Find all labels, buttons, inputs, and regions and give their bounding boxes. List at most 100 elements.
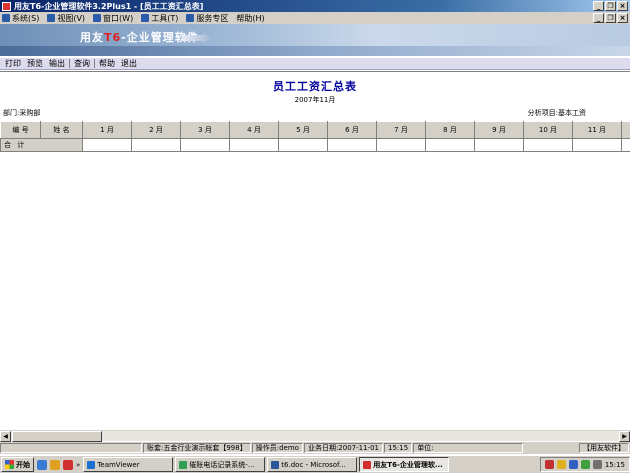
toolbar-divider xyxy=(94,59,95,68)
menu-help[interactable]: 帮助(H) xyxy=(236,13,264,24)
child-close-button[interactable]: × xyxy=(617,13,628,23)
total-cell[interactable] xyxy=(229,138,279,152)
volume-icon[interactable] xyxy=(592,460,602,469)
status-vendor: 【用友软件】 xyxy=(579,443,629,453)
menu-view[interactable]: 视图(V) xyxy=(47,13,85,24)
view-menu-icon xyxy=(47,14,56,22)
word-icon xyxy=(271,460,280,469)
report-period: 2007年11月 xyxy=(294,96,336,104)
report-toolbar: 打印 预览 输出 查询 帮助 退出 xyxy=(0,58,630,70)
folder-icon[interactable] xyxy=(50,459,60,470)
brand-banner: 用友T6-企业管理软件 xyxy=(0,24,630,56)
task-word-doc[interactable]: t6.doc - Microsof... xyxy=(267,457,358,472)
clock[interactable]: 15:15 xyxy=(605,461,625,469)
tray-status-icon[interactable] xyxy=(580,460,590,469)
column-header-overflow xyxy=(621,121,630,139)
status-business-date: 业务日期:2007-11-01 xyxy=(303,443,383,453)
status-account: 账套:五金行业演示帐套【998】 xyxy=(143,443,251,453)
tray-app-icon[interactable] xyxy=(544,460,554,469)
print-button[interactable]: 打印 xyxy=(2,58,24,69)
system-menu-icon xyxy=(2,14,10,22)
status-bar: 账套:五金行业演示帐套【998】 操作员:demo 业务日期:2007-11-0… xyxy=(0,442,630,454)
column-header-code[interactable]: 编 号 xyxy=(0,121,41,139)
help-button[interactable]: 帮助 xyxy=(96,58,118,69)
app-icon xyxy=(2,1,11,11)
teamviewer-icon xyxy=(87,460,96,469)
department-label: 部门:采购部 xyxy=(3,109,41,117)
tray-network-icon[interactable] xyxy=(568,460,578,469)
total-row: 合 计 xyxy=(0,138,630,152)
status-operator: 操作员:demo xyxy=(251,443,303,453)
analysis-item-label: 分析项目:基本工资 xyxy=(527,109,586,117)
column-header-month-6[interactable]: 6 月 xyxy=(327,121,377,139)
column-header-month-5[interactable]: 5 月 xyxy=(278,121,328,139)
column-header-month-8[interactable]: 8 月 xyxy=(425,121,475,139)
report-title: 员工工资汇总表 xyxy=(273,80,357,93)
report-area: 员工工资汇总表 2007年11月 部门:采购部 分析项目:基本工资 编 号 姓 … xyxy=(0,71,630,430)
preview-button[interactable]: 预览 xyxy=(24,58,46,69)
query-button[interactable]: 查询 xyxy=(71,58,93,69)
ufida-icon xyxy=(363,460,372,469)
total-cell[interactable] xyxy=(572,138,622,152)
column-header-month-3[interactable]: 3 月 xyxy=(180,121,230,139)
scroll-right-icon[interactable]: ▶ xyxy=(619,431,630,442)
total-cell[interactable] xyxy=(523,138,573,152)
window-menu-icon xyxy=(93,14,102,22)
minimize-button[interactable]: _ xyxy=(593,1,604,11)
scroll-thumb[interactable] xyxy=(12,431,102,442)
total-cell[interactable] xyxy=(278,138,328,152)
system-tray: 15:15 xyxy=(539,457,630,472)
task-ufida-t6[interactable]: 用友T6-企业管理软... xyxy=(359,457,450,472)
column-header-month-1[interactable]: 1 月 xyxy=(82,121,132,139)
windows-logo-icon xyxy=(5,460,14,469)
horizontal-scrollbar[interactable]: ◀ ▶ xyxy=(0,430,630,442)
menu-system[interactable]: 系统(S) xyxy=(2,13,39,24)
restore-button[interactable]: ❐ xyxy=(605,1,616,11)
column-header-month-10[interactable]: 10 月 xyxy=(523,121,573,139)
app-icon xyxy=(179,460,188,469)
exit-button[interactable]: 退出 xyxy=(118,58,140,69)
start-button[interactable]: 开始 xyxy=(1,457,34,472)
close-button[interactable]: × xyxy=(617,1,628,11)
scroll-left-icon[interactable]: ◀ xyxy=(0,431,11,442)
total-cell[interactable] xyxy=(474,138,524,152)
app-launch-icon[interactable] xyxy=(63,459,73,470)
total-cell[interactable] xyxy=(376,138,426,152)
menu-window[interactable]: 窗口(W) xyxy=(93,13,133,24)
status-time: 15:15 xyxy=(384,443,413,453)
export-button[interactable]: 输出 xyxy=(46,58,68,69)
column-header-month-7[interactable]: 7 月 xyxy=(376,121,426,139)
brand-logo: 用友T6-企业管理软件 xyxy=(80,31,199,44)
total-cell[interactable] xyxy=(131,138,181,152)
total-cell[interactable] xyxy=(621,138,630,152)
column-header-month-11[interactable]: 11 月 xyxy=(572,121,622,139)
menu-tools[interactable]: 工具(T) xyxy=(141,13,178,24)
column-header-month-2[interactable]: 2 月 xyxy=(131,121,181,139)
salary-summary-table: 编 号 姓 名 1 月 2 月 3 月 4 月 5 月 6 月 7 月 8 月 … xyxy=(0,121,630,152)
task-teamviewer[interactable]: TeamViewer xyxy=(83,457,174,472)
window-title: 用友T6-企业管理软件3.2Plus1 - [员工工资汇总表] xyxy=(14,1,204,11)
app-window: 用友T6-企业管理软件3.2Plus1 - [员工工资汇总表] _ ❐ × 系统… xyxy=(0,0,630,473)
taskbar: 开始 » TeamViewer 催账电话记录系统-... t6.doc - Mi… xyxy=(0,455,630,473)
column-header-name[interactable]: 姓 名 xyxy=(40,121,83,139)
tools-menu-icon xyxy=(141,14,150,22)
column-header-month-4[interactable]: 4 月 xyxy=(229,121,279,139)
chevron-right-icon[interactable]: » xyxy=(76,461,80,469)
total-cell[interactable] xyxy=(82,138,132,152)
quick-launch: » xyxy=(37,459,80,470)
toolbar-divider xyxy=(69,59,70,68)
menu-bar: 系统(S) 视图(V) 窗口(W) 工具(T) 服务专区 帮助(H) _ ❐ × xyxy=(0,12,630,24)
column-header-month-9[interactable]: 9 月 xyxy=(474,121,524,139)
total-cell[interactable] xyxy=(180,138,230,152)
menu-service[interactable]: 服务专区 xyxy=(186,13,228,24)
total-cell[interactable] xyxy=(327,138,377,152)
task-call-log[interactable]: 催账电话记录系统-... xyxy=(175,457,266,472)
ie-icon[interactable] xyxy=(37,459,47,470)
total-cell[interactable] xyxy=(425,138,475,152)
title-bar: 用友T6-企业管理软件3.2Plus1 - [员工工资汇总表] _ ❐ × xyxy=(0,0,630,12)
table-header-row: 编 号 姓 名 1 月 2 月 3 月 4 月 5 月 6 月 7 月 8 月 … xyxy=(0,121,630,139)
child-minimize-button[interactable]: _ xyxy=(593,13,604,23)
tray-user-icon[interactable] xyxy=(556,460,566,469)
service-menu-icon xyxy=(186,14,195,22)
child-restore-button[interactable]: ❐ xyxy=(605,13,616,23)
